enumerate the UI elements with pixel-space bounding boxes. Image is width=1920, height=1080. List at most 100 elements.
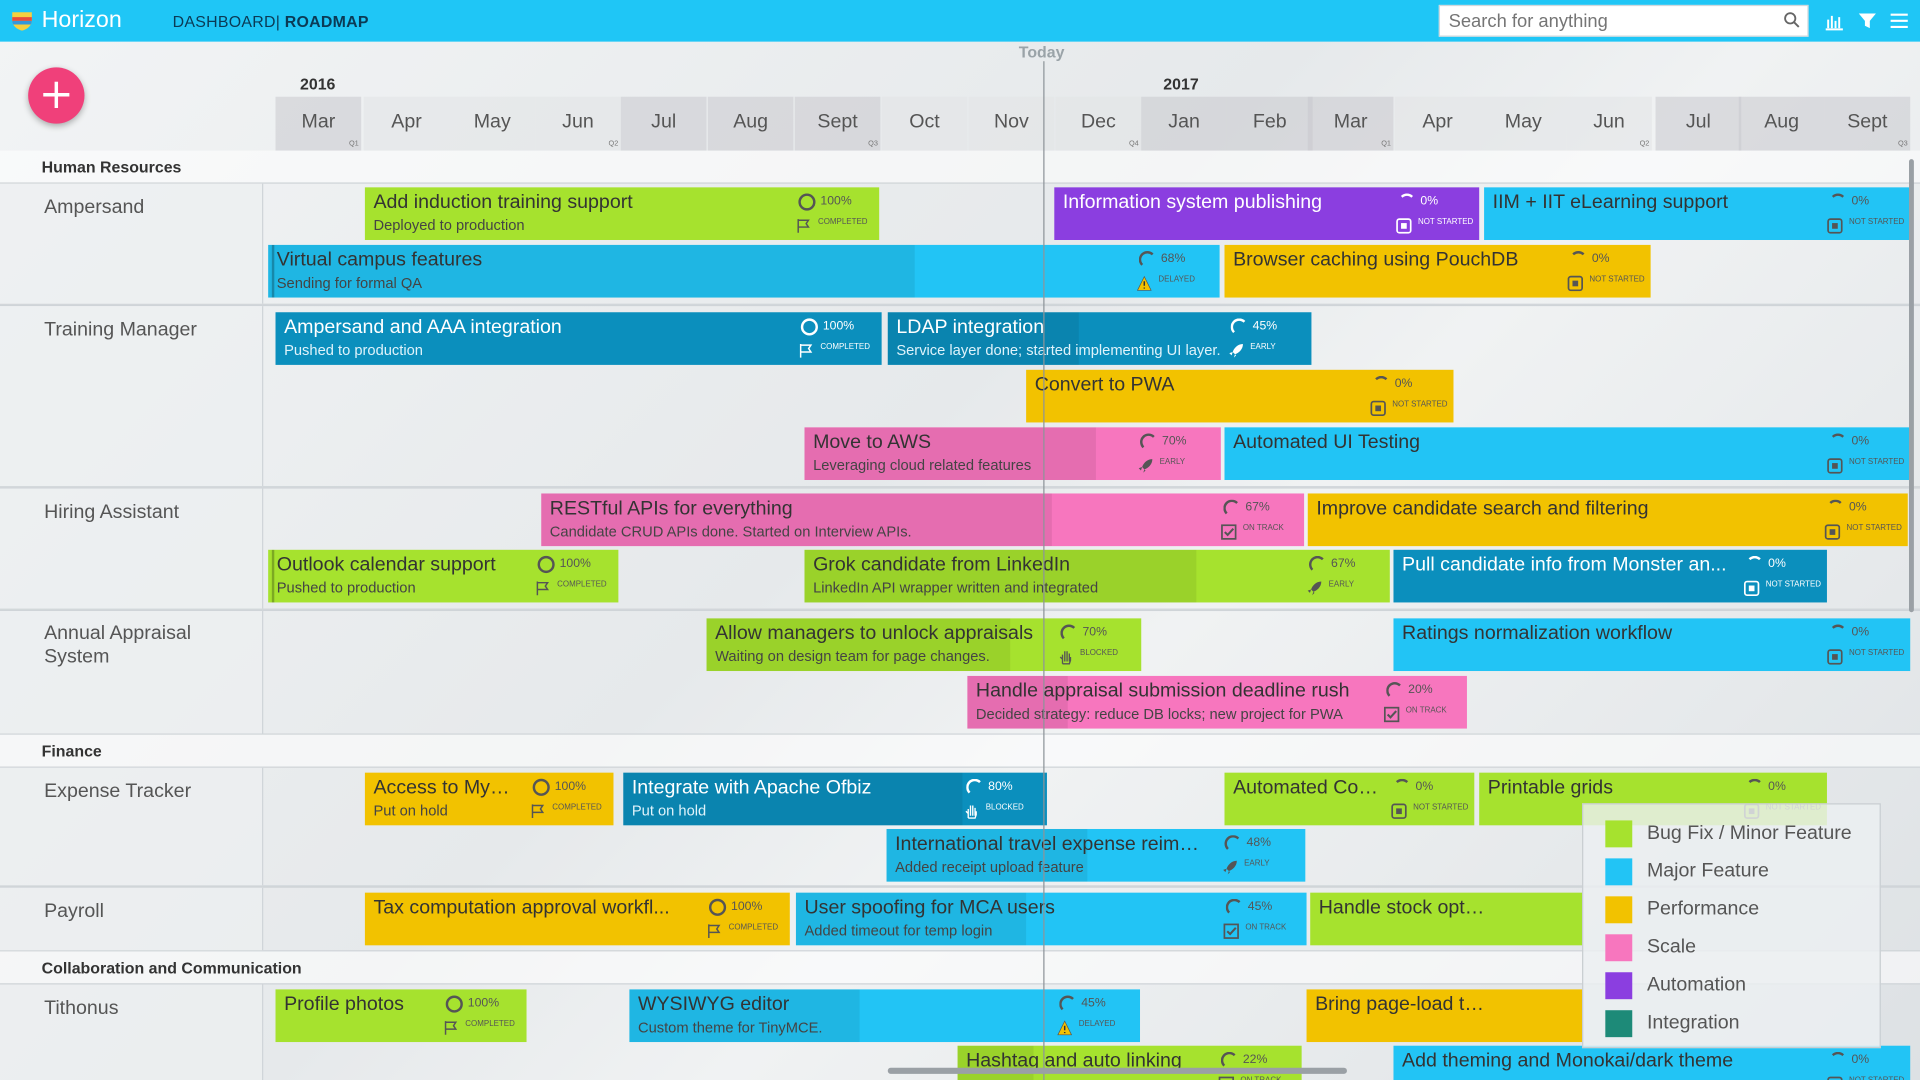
row-label[interactable]: Ampersand [44,196,252,219]
roadmap-item[interactable]: International travel expense reimbu... Ad… [886,828,1306,882]
month-label: Feb [1252,111,1287,133]
roadmap-item[interactable]: Bring page-load to <1s [1306,989,1583,1043]
roadmap-item[interactable]: IIM + IIT eLearning support 0% NOT STARTED [1484,187,1911,241]
row-label[interactable]: Tithonus [44,997,252,1020]
roadmap-item[interactable]: Allow managers to unlock appraisals Waiti… [706,618,1142,672]
search-input[interactable] [1438,4,1809,37]
progress-ring-icon [1060,624,1078,642]
roadmap-item[interactable]: LDAP integration Service layer done; star… [887,312,1312,365]
quarter-label: Q2 [1639,140,1650,149]
row-label[interactable]: Annual Appraisal System [44,622,252,669]
roadmap-item[interactable]: Browser caching using PouchDB 0% NOT START… [1224,244,1651,298]
roadmap-item[interactable]: Outlook calendar support Pushed to produc… [268,549,619,603]
progress-percent: 48% [1246,836,1272,850]
progress-ring-icon [1308,555,1327,574]
month-column: Jun Q2 [1566,96,1652,151]
menu-icon[interactable] [1889,11,1909,31]
roadmap-item[interactable]: Automated UI Testing 0% NOT STARTED [1224,427,1911,481]
roadmap-item[interactable]: Grok candidate from LinkedIn LinkedIn API… [804,549,1390,603]
roadmap-item[interactable]: Add theming and Monokai/dark theme 0% NOT … [1393,1045,1911,1080]
app-title[interactable]: Horizon [42,7,122,34]
progress-ring-icon [532,778,550,796]
vertical-scrollbar[interactable] [1908,159,1914,613]
item-subtitle: Candidate CRUD APIs done. Started on Int… [549,522,912,541]
roadmap-item[interactable]: Integrate with Apache Ofbiz Put on hold 80… [623,772,1047,826]
breadcrumb-dashboard[interactable]: DASHBOARD| [173,12,280,30]
progress-ring-icon [1829,624,1847,641]
month-label: Apr [391,111,422,133]
status-label: DELAYED [1158,275,1195,285]
checkbox-icon [1383,706,1400,723]
legend-swatch [1605,1010,1633,1038]
status-label: COMPLETED [557,580,607,589]
today-line [1043,61,1045,1080]
search-icon[interactable] [1783,11,1800,28]
progress-percent: 0% [1851,434,1870,449]
roadmap-item[interactable]: Improve candidate search and filtering 0%… [1307,493,1908,547]
month-column: Nov [968,96,1055,151]
progress-ring-icon [445,995,463,1013]
month-label: Aug [1764,111,1800,133]
roadmap-item[interactable]: Access to MyS... Put on hold 100% COMPLETED [364,772,614,826]
roadmap-item[interactable]: Pull candidate info from Monster an... 0%… [1393,549,1827,603]
roadmap-item[interactable]: Ratings normalization workflow 0% NOT STAR… [1393,618,1911,672]
roadmap-item[interactable]: Profile photos 100% COMPLETED [275,989,527,1043]
month-column: Mar Q1 [1307,96,1394,151]
progress-ring-icon [1829,193,1847,210]
horizon-logo-icon [12,12,32,31]
roadmap-item[interactable]: Add induction training support Deployed t… [364,187,880,241]
status-label: NOT STARTED [1849,1076,1908,1080]
month-column: Oct [881,96,968,151]
progress-ring-icon [1746,555,1764,573]
roadmap-item[interactable]: Handle stock options [1310,892,1583,946]
progress-ring-icon [1140,433,1158,451]
roadmap-item[interactable]: Tax computation approval workfl... 100% CO… [364,892,790,946]
year-label: 2017 [1163,74,1199,94]
month-column: Apr [1394,96,1481,151]
horizontal-scrollbar[interactable] [887,1067,1347,1074]
status-label: NOT STARTED [1846,524,1902,533]
section-header: Human Resources [0,150,1920,183]
status-label: EARLY [1328,580,1355,589]
progress-percent: 0% [1851,194,1870,209]
month-column: Aug [707,96,794,151]
item-title: IIM + IIT eLearning support [1492,192,1729,214]
bar-chart-icon[interactable] [1825,11,1845,31]
roadmap-item[interactable]: WYSIWYG editor Custom theme for TinyMCE. 4… [629,989,1141,1043]
roadmap-item[interactable]: RESTful APIs for everything Candidate CRU… [541,493,1305,547]
row-label[interactable]: Payroll [44,900,252,923]
roadmap-item[interactable]: Convert to PWA 0% NOT STARTED [1026,369,1454,423]
roadmap-item[interactable]: Automated Corp... 0% NOT STARTED [1224,772,1475,826]
item-title: Convert to PWA [1034,374,1175,396]
item-subtitle: Deployed to production [373,216,525,234]
progress-percent: 0% [1591,252,1610,266]
rocket-icon [1223,860,1237,875]
status-label: NOT STARTED [1589,275,1645,285]
row-label[interactable]: Expense Tracker [44,780,252,803]
item-title: Integrate with Apache Ofbiz [631,777,872,799]
progress-ring-icon [966,778,984,796]
overflow-edge [271,549,275,603]
status-label: NOT STARTED [1848,217,1905,227]
item-title: Information system publishing [1062,192,1323,214]
filter-icon[interactable] [1858,11,1878,31]
add-item-button[interactable]: + [28,67,85,124]
roadmap-item[interactable]: Ampersand and AAA integration Pushed to p… [275,312,882,365]
progress-percent: 80% [988,780,1013,794]
roadmap-item[interactable]: Move to AWS Leveraging cloud related feat… [804,427,1221,481]
progress-percent: 100% [820,194,852,209]
status-label: NOT STARTED [1413,803,1469,812]
month-column: May [1480,96,1567,151]
stop-icon [1743,580,1760,597]
item-subtitle: Custom theme for TinyMCE. [637,1018,823,1036]
roadmap-item[interactable]: Information system publishing 0% NOT START… [1054,187,1480,241]
roadmap-item[interactable]: Virtual campus features Sending for forma… [268,244,1220,298]
legend-swatch [1605,934,1633,962]
roadmap-item[interactable]: Hashtag and auto linking22%ON TRACK [957,1045,1302,1080]
month-column: Feb [1226,96,1313,151]
progress-percent: 70% [1082,625,1107,640]
row-label[interactable]: Hiring Assistant [44,501,252,524]
row-label[interactable]: Training Manager [44,318,252,341]
roadmap-item[interactable]: User spoofing for MCA users Added timeout… [795,892,1307,946]
status-label: BLOCKED [985,803,1024,812]
